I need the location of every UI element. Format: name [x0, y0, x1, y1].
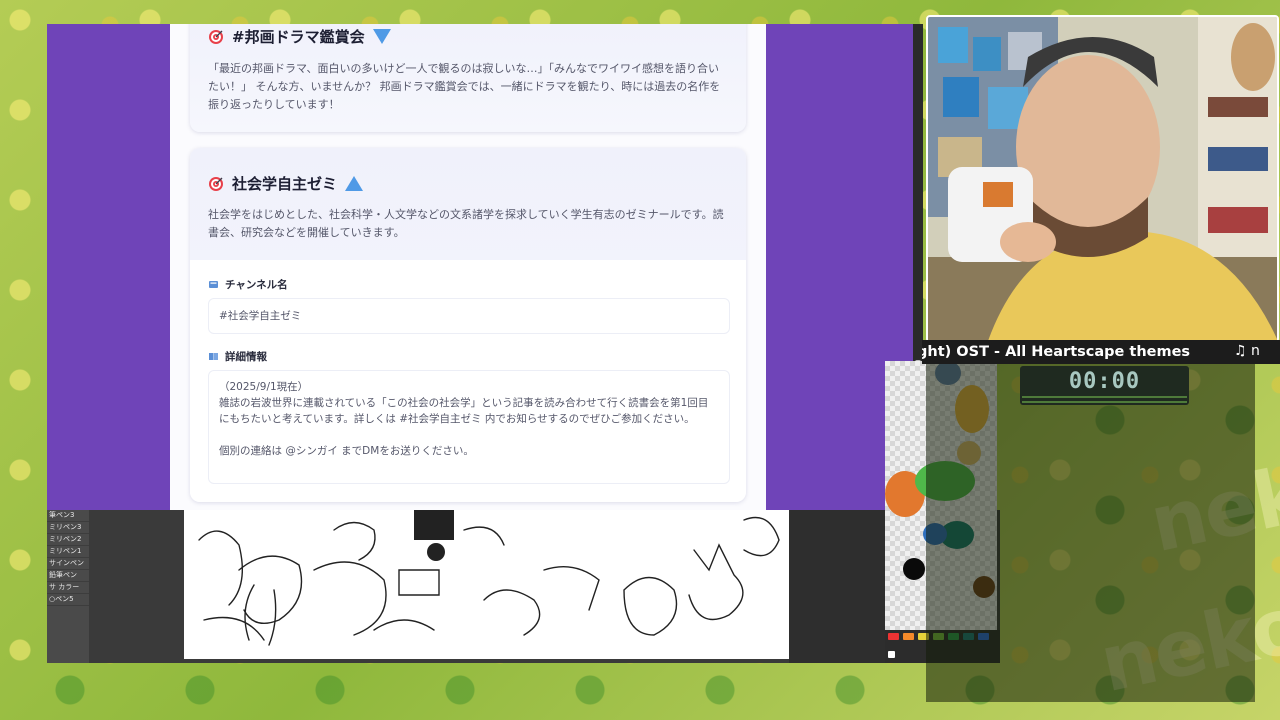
- club-card-sociology[interactable]: 社会学自主ゼミ 社会学をはじめとした、社会科学・人文学などの文系諸学を探求してい…: [190, 148, 746, 502]
- swatch[interactable]: [903, 633, 914, 640]
- drawing-app: 筆ペン3 ミリペン3 ミリペン2 ミリペン1 サインペン 鉛筆ペン サ カラー …: [47, 510, 1000, 663]
- sketch-drawing: [198, 510, 780, 646]
- brush-item[interactable]: サインペン: [47, 558, 89, 570]
- brush-item[interactable]: 筆ペン3: [47, 510, 89, 522]
- brush-list[interactable]: 筆ペン3 ミリペン3 ミリペン2 ミリペン1 サインペン 鉛筆ペン サ カラー …: [47, 510, 89, 663]
- card-details: チャンネル名 #社会学自主ゼミ 詳細情報 （2025/9/1現在） 雑誌の岩波世…: [190, 260, 746, 502]
- swatch-white[interactable]: [888, 651, 895, 658]
- browser-window: #邦画ドラマ鑑賞会 「最近の邦画ドラマ、面白いの多いけど一人で観るのは寂しいな……: [47, 24, 913, 510]
- details-line: にもちたいと考えています。詳しくは #社会学自主ゼミ 内でお知らせするのでぜひご…: [219, 413, 695, 425]
- club-card-drama[interactable]: #邦画ドラマ鑑賞会 「最近の邦画ドラマ、面白いの多いけど一人で観るのは寂しいな……: [190, 24, 746, 132]
- channel-name-value: #社会学自主ゼミ: [208, 298, 730, 334]
- brush-item[interactable]: ○ペン5: [47, 594, 89, 606]
- timer-progress-line: [1022, 396, 1187, 398]
- brush-item[interactable]: 鉛筆ペン: [47, 570, 89, 582]
- now-playing-bar: ght) OST - All Heartscape themes ♫ n: [922, 340, 1280, 364]
- details-field-label: 詳細情報: [208, 349, 267, 364]
- triangle-down-icon: [372, 29, 391, 44]
- triangle-up-icon: [345, 176, 364, 191]
- target-icon: [209, 29, 223, 44]
- brush-item[interactable]: ミリペン1: [47, 546, 89, 558]
- webcam-image: [928, 17, 1277, 341]
- webcam-feed: [926, 15, 1279, 343]
- book-icon: [209, 353, 218, 360]
- details-value: （2025/9/1現在） 雑誌の岩波世界に連載されている「この社会の社会学」とい…: [208, 370, 730, 484]
- card-title: 社会学自主ゼミ: [232, 175, 338, 193]
- card-title-row: 社会学自主ゼミ: [208, 173, 364, 194]
- music-note-icon: ♫ n: [1234, 343, 1260, 359]
- details-line: （2025/9/1現在）: [219, 381, 309, 393]
- swatch[interactable]: [888, 633, 899, 640]
- web-page: #邦画ドラマ鑑賞会 「最近の邦画ドラマ、面白いの多いけど一人で観るのは寂しいな……: [170, 24, 766, 510]
- layer-panel: [789, 510, 885, 663]
- stream-timer: 00:00: [1020, 366, 1189, 405]
- details-line: [219, 427, 719, 443]
- channel-icon: [209, 281, 218, 288]
- card-title-row: #邦画ドラマ鑑賞会: [208, 26, 391, 47]
- channel-field-label: チャンネル名: [208, 277, 288, 292]
- timer-progress-line: [1022, 401, 1187, 403]
- card-description: 社会学をはじめとした、社会科学・人文学などの文系諸学を探求していく学生有志のゼミ…: [208, 208, 724, 239]
- card-description: 「最近の邦画ドラマ、面白いの多いけど一人で観るのは寂しいな…」「みんなでワイワイ…: [208, 62, 721, 111]
- details-line: 雑誌の岩波世界に連載されている「この社会の社会学」という記事を読み合わせて行く読…: [219, 397, 709, 409]
- sketch-canvas[interactable]: [184, 510, 789, 659]
- timer-display: 00:00: [1068, 369, 1141, 394]
- brush-item[interactable]: ミリペン2: [47, 534, 89, 546]
- card-title: #邦画ドラマ鑑賞会: [232, 28, 365, 46]
- brush-item[interactable]: ミリペン3: [47, 522, 89, 534]
- now-playing-title: ght) OST - All Heartscape themes: [922, 344, 1191, 360]
- details-line: 個別の連絡は @シンガイ までDMをお送りください。: [219, 445, 474, 457]
- paint-blob: [903, 558, 925, 580]
- target-icon: [209, 176, 223, 191]
- brush-item[interactable]: サ カラー: [47, 582, 89, 594]
